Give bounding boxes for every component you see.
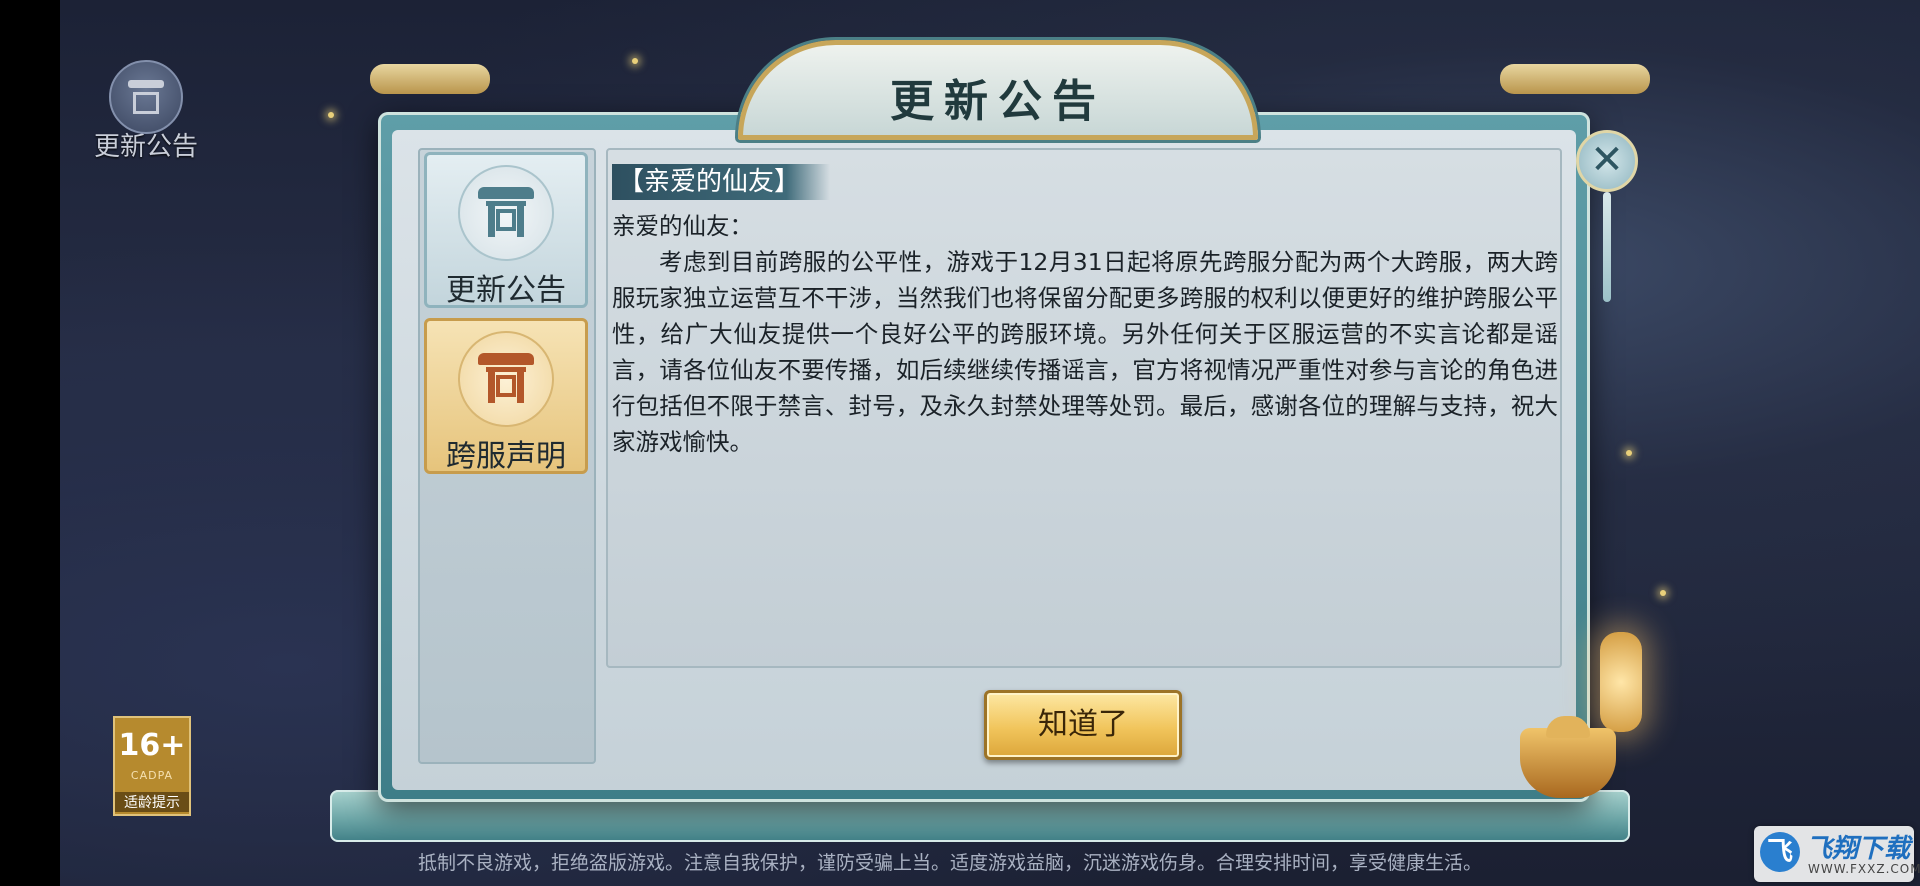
confirm-button[interactable]: 知道了 bbox=[984, 690, 1182, 760]
tab-update-notice[interactable]: 更新公告 bbox=[424, 152, 588, 308]
dialog-title: 更新公告 bbox=[890, 76, 1106, 127]
left-cloud-ornament bbox=[370, 64, 490, 94]
tab-cross-server-statement[interactable]: 跨服声明 bbox=[424, 318, 588, 474]
age-rating-badge: 16+ CADPA 适龄提示 bbox=[113, 716, 191, 816]
right-cloud-ornament bbox=[1500, 64, 1650, 94]
close-tassel bbox=[1603, 192, 1611, 302]
site-watermark: 飞 飞翔下载 WWW.FXXZ.COM bbox=[1754, 826, 1920, 882]
watermark-logo-icon: 飞 bbox=[1760, 832, 1800, 872]
age-rating-org: CADPA bbox=[130, 769, 174, 782]
watermark-url: WWW.FXXZ.COM bbox=[1808, 862, 1920, 876]
tab-update-notice-label: 更新公告 bbox=[446, 273, 566, 308]
notice-header: 【亲爱的仙友】 bbox=[612, 164, 831, 200]
firefly-light bbox=[1626, 450, 1632, 456]
close-icon[interactable]: ✕ bbox=[1576, 130, 1638, 192]
notice-shortcut-button[interactable]: 更新公告 bbox=[92, 60, 200, 163]
incense-burner-decoration bbox=[1520, 728, 1616, 798]
firefly-light bbox=[328, 112, 334, 118]
notice-greeting: 亲爱的仙友： bbox=[612, 212, 753, 240]
notice-body: 亲爱的仙友： 考虑到目前跨服的公平性，游戏于12月31日起将原先跨服分配为两个大… bbox=[612, 208, 1558, 460]
left-letterbox bbox=[0, 0, 60, 886]
age-rating-label: 适龄提示 bbox=[115, 792, 189, 812]
lantern-decoration bbox=[1600, 632, 1642, 732]
gate-icon bbox=[458, 331, 554, 427]
notice-paragraph: 考虑到目前跨服的公平性，游戏于12月31日起将原先跨服分配为两个大跨服，两大跨服… bbox=[612, 248, 1558, 456]
notice-pavilion-icon bbox=[109, 60, 183, 134]
watermark-name: 飞翔下载 bbox=[1806, 834, 1911, 864]
age-rating-number: 16+ bbox=[118, 728, 186, 763]
health-gaming-notice: 抵制不良游戏，拒绝盗版游戏。注意自我保护，谨防受骗上当。适度游戏益脑，沉迷游戏伤… bbox=[418, 852, 1483, 874]
gate-icon bbox=[458, 165, 554, 261]
tab-cross-server-statement-label: 跨服声明 bbox=[446, 439, 566, 474]
dialog-title-plaque: 更新公告 bbox=[738, 40, 1258, 140]
firefly-light bbox=[1660, 590, 1666, 596]
firefly-light bbox=[632, 58, 638, 64]
